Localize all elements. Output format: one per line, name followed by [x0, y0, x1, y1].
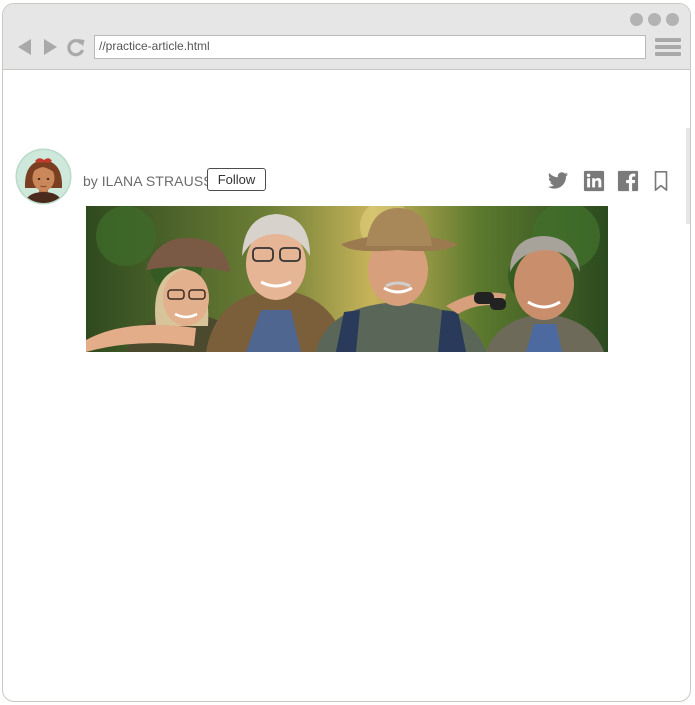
author-byline: by ILANA STRAUSS: [83, 173, 213, 189]
linkedin-icon[interactable]: [583, 170, 605, 192]
bookmark-icon[interactable]: [650, 170, 672, 192]
back-arrow-icon[interactable]: [15, 37, 35, 57]
twitter-icon[interactable]: [547, 170, 569, 192]
scroll-edge: [686, 128, 690, 224]
article-hero-image: [86, 206, 608, 352]
browser-toolbar: //practice-article.html: [3, 4, 690, 70]
avatar[interactable]: [15, 148, 72, 205]
hamburger-menu-icon[interactable]: [655, 38, 681, 58]
window-dot[interactable]: [648, 13, 661, 26]
window-dot[interactable]: [666, 13, 679, 26]
forward-arrow-icon[interactable]: [40, 37, 60, 57]
browser-window: //practice-article.html: [2, 3, 691, 702]
byline-prefix: by: [83, 173, 98, 189]
follow-button[interactable]: Follow: [207, 168, 266, 191]
author-name[interactable]: ILANA STRAUSS: [102, 173, 213, 189]
address-bar[interactable]: //practice-article.html: [94, 35, 646, 59]
reload-icon[interactable]: [66, 37, 86, 57]
facebook-icon[interactable]: [617, 170, 639, 192]
window-dot[interactable]: [630, 13, 643, 26]
